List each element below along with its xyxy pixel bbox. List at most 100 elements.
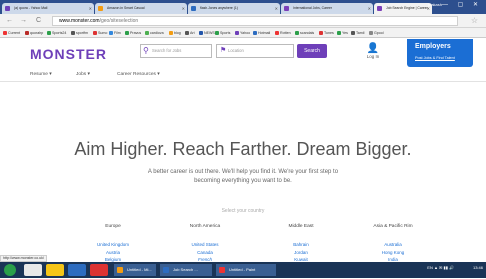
bookmark-favicon-icon [253, 31, 257, 36]
post-jobs-link[interactable]: Post Jobs & Find Talent [415, 56, 455, 60]
country-link[interactable]: Bahrain [256, 241, 346, 249]
reload-icon[interactable]: C [36, 17, 41, 24]
bookmark-item[interactable]: Yes [337, 29, 348, 37]
bookmark-label: scandals [300, 31, 315, 35]
bookmark-item[interactable]: Sumo [93, 29, 107, 37]
bookmark-item[interactable]: Tamil [351, 29, 364, 37]
bookmark-item[interactable]: NEWS [199, 29, 215, 37]
country-link[interactable]: Austria [68, 249, 158, 257]
bookmark-item[interactable]: blog [169, 29, 181, 37]
back-arrow-icon[interactable]: ← [6, 17, 13, 24]
bookmark-label: Hotmail [258, 31, 271, 35]
bookmark-item[interactable]: Hotmail [253, 29, 270, 37]
bookmark-item[interactable]: Current [3, 29, 20, 37]
login-button[interactable]: 👤 Log In [364, 43, 382, 60]
tab-yahoo-mail[interactable]: (a) quora - Yahoo Mail ✕ [2, 3, 94, 14]
bookmark-item[interactable]: Gpool [369, 29, 384, 37]
taskbar-app-icon[interactable] [24, 264, 42, 276]
bookmark-item[interactable]: Pravus [125, 29, 141, 37]
taskbar-app-icon[interactable] [68, 264, 86, 276]
country-link[interactable]: Hong Kong [348, 249, 438, 257]
tab-international-jobs[interactable]: International Jobs, Career ✕ [281, 3, 373, 14]
bookmark-favicon-icon [351, 31, 355, 36]
monster-favicon-icon [377, 6, 382, 11]
taskbar-app-icon[interactable] [90, 264, 108, 276]
bookmark-label: Tunes [324, 31, 334, 35]
search-button[interactable]: Search [297, 44, 327, 58]
monster-logo[interactable]: MONSTER [30, 46, 107, 62]
system-tray[interactable]: EN ▲ ✉ ▮▮ 🔊 [427, 265, 454, 270]
bookmark-item[interactable]: Rotten [275, 29, 291, 37]
person-icon: 👤 [366, 43, 380, 54]
taskbar-window-button[interactable]: Job Search ... [160, 264, 212, 276]
window-app-icon [163, 267, 169, 273]
close-icon[interactable]: ✕ [89, 3, 92, 14]
clock[interactable]: 13:46 [473, 265, 483, 270]
nav-resume[interactable]: Resume ▾ [30, 72, 52, 77]
taskbar-window-label: Job Search ... [173, 267, 198, 272]
browser-user-name[interactable]: prakash [428, 2, 442, 7]
bookmark-label: Tamil [356, 31, 365, 35]
bookmark-favicon-icon [337, 31, 341, 36]
nav-jobs[interactable]: Jobs ▾ [76, 72, 90, 77]
forward-arrow-icon[interactable]: → [20, 17, 27, 24]
region-title: Europe [105, 224, 121, 229]
employers-title[interactable]: Employers [415, 43, 451, 50]
bookmark-item[interactable]: scandals [295, 29, 314, 37]
location-input[interactable]: ⚑ Location [216, 44, 294, 58]
taskbar-window-button[interactable]: Untitled - Mi... [114, 264, 156, 276]
bookmark-favicon-icon [47, 31, 51, 36]
bookmark-item[interactable]: Sports24 [47, 29, 66, 37]
bookmark-favicon-icon [215, 31, 219, 36]
employers-panel[interactable]: Employers Post Jobs & Find Talent [407, 39, 473, 67]
bookmark-favicon-icon [319, 31, 323, 36]
bookmarks-bar: Current quorahp Sports24 sportfm Sumo Film Pra… [0, 28, 486, 38]
bookmark-label: Rotten [280, 31, 291, 35]
close-icon[interactable]: ✕ [275, 3, 278, 14]
bookmark-item[interactable]: Sports [215, 29, 230, 37]
bookmark-item[interactable]: sportfm [71, 29, 88, 37]
bookmark-favicon-icon [185, 31, 189, 36]
country-link[interactable]: United States [160, 241, 250, 249]
job-search-input[interactable]: ⚲ Search for Jobs [140, 44, 212, 58]
address-bar: ← → C www.monster.com/geo/siteselection … [0, 14, 486, 28]
bookmark-label: Sumo [98, 31, 108, 35]
url-input[interactable]: www.monster.com/geo/siteselection [52, 16, 458, 26]
tab-amazon[interactable]: Amazon.in Smart Casual ✕ [95, 3, 187, 14]
bookmark-item[interactable]: Tunes [319, 29, 334, 37]
taskbar-window-label: Untitled - Paint [229, 267, 256, 272]
windows-taskbar: Untitled - Mi... Job Search ... Untitled -… [0, 262, 486, 278]
bookmark-item[interactable]: Yahoo [235, 29, 250, 37]
bookmark-item[interactable]: Film [109, 29, 121, 37]
country-link[interactable]: United Kingdom [68, 241, 158, 249]
bookmark-item[interactable]: cardiova [145, 29, 164, 37]
start-button-icon[interactable] [4, 264, 16, 276]
taskbar-app-icon[interactable] [46, 264, 64, 276]
bookmark-label: Yahoo [240, 31, 251, 35]
tab-flash-jones[interactable]: flash.Jones anywhere (1) ✕ [188, 3, 280, 14]
bookmark-label: quorahp [30, 31, 44, 35]
status-url: http://www.monster.co.uk/ [0, 255, 47, 262]
close-icon[interactable]: ✕ [368, 3, 371, 14]
bookmark-label: Sports24 [52, 31, 67, 35]
window-controls[interactable]: — ▢ ✕ [442, 1, 482, 8]
bookmark-favicon-icon [275, 31, 279, 36]
close-icon[interactable]: ✕ [182, 3, 185, 14]
nav-career-resources[interactable]: Career Resources ▾ [117, 72, 160, 77]
bookmark-favicon-icon [3, 31, 7, 36]
select-country-label: Select your country [221, 208, 265, 214]
country-link[interactable]: Canada [160, 249, 250, 257]
bookmark-item[interactable]: quorahp [25, 29, 43, 37]
bookmark-star-icon[interactable]: ☆ [471, 16, 478, 25]
country-link[interactable]: Jordan [256, 249, 346, 257]
location-pin-icon: ⚑ [220, 47, 227, 54]
tab-label: International Jobs, Career [293, 6, 333, 10]
country-link[interactable]: Australia [348, 241, 438, 249]
taskbar-window-button[interactable]: Untitled - Paint [216, 264, 276, 276]
browser-tab-bar: (a) quora - Yahoo Mail ✕ Amazon.in Smart… [0, 0, 486, 14]
bookmark-item[interactable]: Art [185, 29, 195, 37]
tab-job-search-active[interactable]: Job Search Engine | Career ✕ [374, 3, 432, 14]
sub-navigation: Resume ▾ Jobs ▾ Career Resources ▾ [0, 70, 486, 82]
bookmark-label: sportfm [76, 31, 88, 35]
window-app-icon [219, 267, 225, 273]
